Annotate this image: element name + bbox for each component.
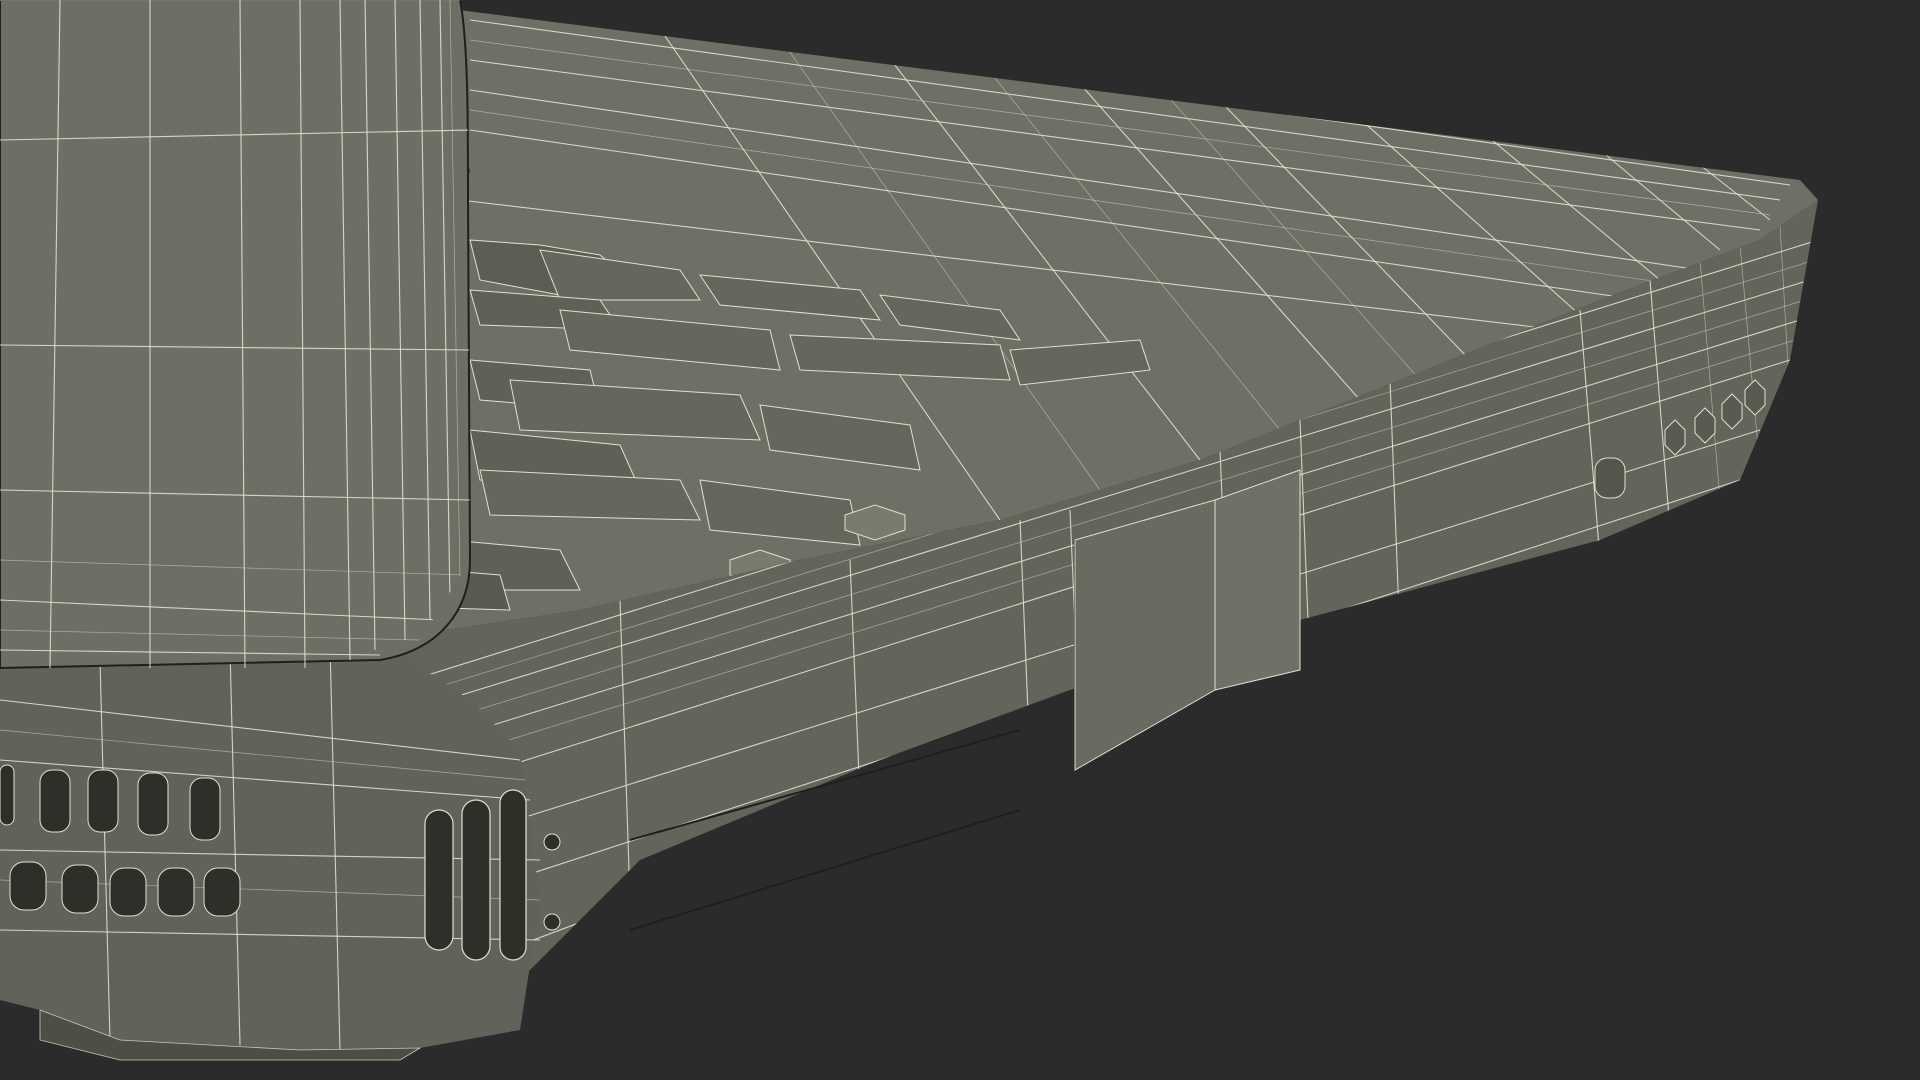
vent-slot: [87, 769, 119, 833]
wireframe-render: [0, 0, 1920, 1080]
vent-slot: [39, 769, 71, 833]
side-vent-slot: [499, 789, 527, 961]
side-vent-slot: [461, 799, 491, 961]
vent-slot: [137, 772, 169, 836]
vent-slot: [157, 867, 195, 917]
port-icon: [1594, 457, 1626, 499]
vent-slot: [189, 777, 221, 841]
vent-slot: [0, 764, 15, 826]
vent-slot: [9, 861, 47, 911]
vent-slot: [109, 867, 147, 917]
vent-slot: [61, 864, 99, 914]
laptop-screen-lid: [0, 0, 472, 670]
side-panel: [1214, 469, 1301, 691]
screw-hole: [543, 913, 561, 931]
screw-hole: [543, 833, 561, 851]
render-viewport: [0, 0, 1920, 1080]
vent-slot: [203, 867, 241, 917]
side-vent-slot: [424, 809, 454, 951]
